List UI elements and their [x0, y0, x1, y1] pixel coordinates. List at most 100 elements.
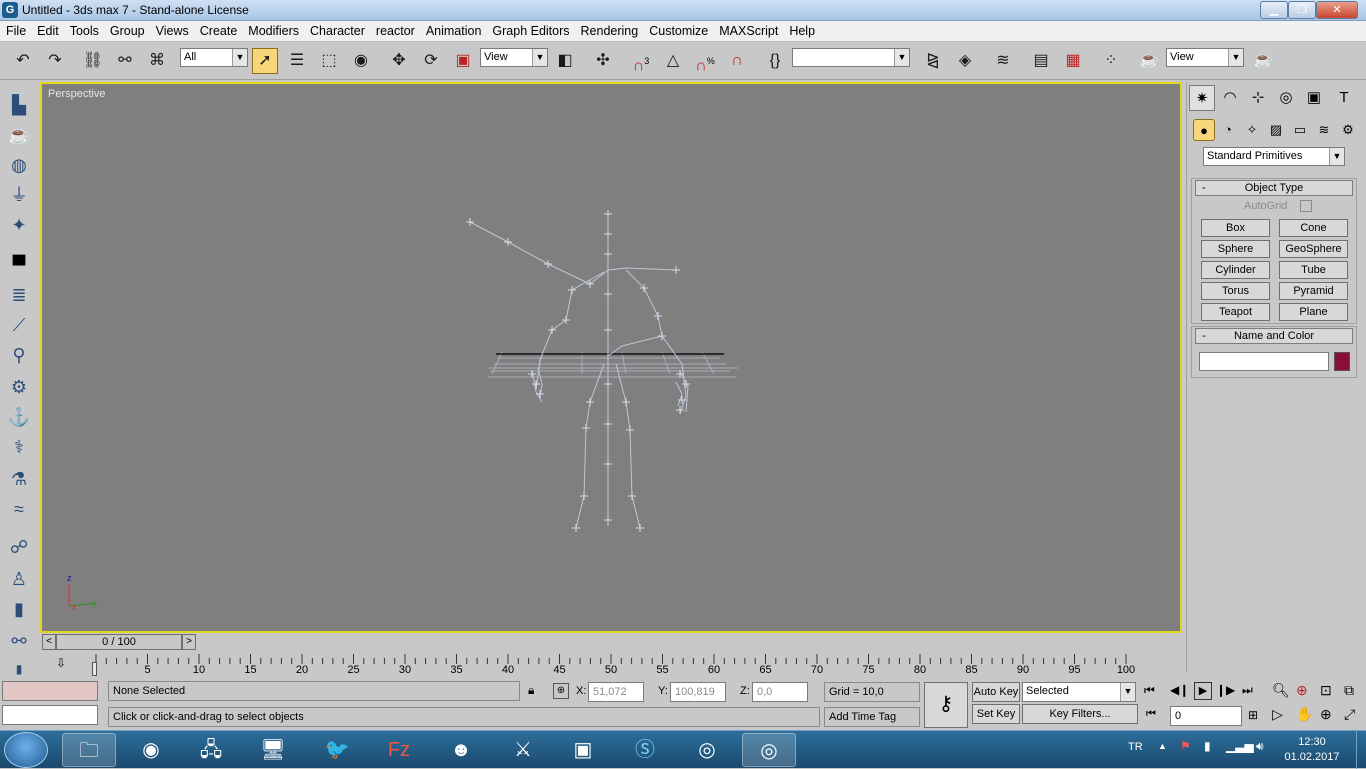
close-button[interactable]: ✕: [1316, 1, 1358, 19]
helpers-category-icon[interactable]: ▭: [1289, 119, 1311, 141]
3ds-max-taskbar-icon[interactable]: ◎: [680, 733, 734, 767]
time-slider-thumb[interactable]: 0 / 100: [56, 634, 182, 650]
perspective-viewport[interactable]: Perspective z x y: [40, 82, 1182, 633]
start-button-icon[interactable]: [4, 732, 48, 768]
shapes-category-icon[interactable]: ◔: [1217, 119, 1239, 141]
objects-icon[interactable]: ▙: [6, 92, 32, 118]
current-frame-field[interactable]: 0: [1170, 706, 1242, 726]
volume-icon[interactable]: 🔊︎: [1256, 739, 1264, 754]
zoom-all-icon[interactable]: ⊕: [1296, 682, 1308, 699]
maxscript-listener-pink[interactable]: [2, 681, 98, 701]
menu-edit[interactable]: Edit: [31, 21, 64, 38]
x-coordinate-field[interactable]: 51,072: [588, 682, 644, 702]
ik-icon[interactable]: ⚯: [6, 628, 32, 654]
reference-coordinate-dropdown[interactable]: View ▼: [480, 48, 548, 67]
compounds-icon[interactable]: ◍: [6, 152, 32, 178]
arc-rotate-icon[interactable]: ⊕: [1320, 706, 1332, 723]
cylinder-button[interactable]: Cylinder: [1201, 261, 1270, 279]
layer-manager-icon[interactable]: ≋: [990, 48, 1016, 74]
object-name-input[interactable]: [1199, 352, 1329, 371]
absolute-mode-icon[interactable]: ⊕: [553, 683, 569, 699]
y-coordinate-field[interactable]: 100,819: [670, 682, 726, 702]
menu-graph-editors[interactable]: Graph Editors: [486, 21, 574, 38]
trackbar-frame-marker[interactable]: [92, 662, 97, 676]
action-center-icon[interactable]: ⚑: [1180, 739, 1191, 753]
spinner-snap-icon[interactable]: ∩: [724, 48, 750, 74]
angle-snap-icon[interactable]: △: [660, 48, 686, 74]
bones-icon[interactable]: ▮: [6, 596, 32, 622]
previous-frame-icon[interactable]: <: [42, 634, 56, 650]
select-object-icon[interactable]: ➚: [252, 48, 278, 74]
zoom-icon[interactable]: 🔍︎: [1272, 682, 1290, 699]
modify-tab-icon[interactable]: ◠: [1217, 85, 1243, 111]
tube-button[interactable]: Tube: [1279, 261, 1348, 279]
systems-category-icon[interactable]: ⚙: [1337, 119, 1359, 141]
menu-file[interactable]: File: [0, 21, 31, 38]
modeling-icon[interactable]: ⚲: [6, 342, 32, 368]
reactor-icon[interactable]: ☍: [6, 534, 32, 560]
snap-toggle-icon[interactable]: ∩3: [628, 48, 654, 74]
curve-editor-mini-icon[interactable]: ⇩: [52, 656, 70, 672]
helpers-icon[interactable]: ▀: [6, 252, 32, 278]
sphere-button[interactable]: Sphere: [1201, 240, 1270, 258]
key-mode-toggle-icon[interactable]: ⏮: [1146, 708, 1156, 721]
pivot-center-icon[interactable]: ◧: [552, 48, 578, 74]
modifiers-icon[interactable]: ⟋: [6, 312, 32, 338]
undo-icon[interactable]: ↶: [10, 48, 36, 74]
utilities-tab-icon[interactable]: T: [1331, 85, 1357, 111]
create-tab-icon[interactable]: ✷: [1189, 85, 1215, 111]
plane-button[interactable]: Plane: [1279, 303, 1348, 321]
select-and-link-icon[interactable]: ⛓: [80, 48, 106, 74]
zoom-extents-icon[interactable]: ⊡: [1320, 682, 1332, 699]
set-key-button[interactable]: Set Key: [972, 704, 1020, 724]
edit-named-selection-icon[interactable]: {}: [762, 48, 788, 74]
rectangular-selection-icon[interactable]: ⬚: [316, 48, 342, 74]
battery-icon[interactable]: ▮: [1204, 739, 1211, 753]
time-slider[interactable]: < 0 / 100 >: [40, 633, 1182, 651]
curve-editor-icon[interactable]: ▤: [1028, 48, 1054, 74]
motion-tab-icon[interactable]: ◎: [1273, 85, 1299, 111]
menu-rendering[interactable]: Rendering: [575, 21, 644, 38]
trackbar[interactable]: ⇩ 5 10 15 20 25 30 35 40 45 50 55 60 65 70 75 80 85 90 95 1…: [40, 652, 1182, 676]
show-desktop-button[interactable]: [1356, 731, 1366, 769]
move-icon[interactable]: ✥: [386, 48, 412, 74]
chrome-icon[interactable]: ◉: [124, 733, 178, 767]
align-icon[interactable]: ◈: [952, 48, 978, 74]
biped-icon[interactable]: ♙: [6, 566, 32, 592]
more-tools-icon[interactable]: ▮: [6, 656, 32, 676]
geometry-icon[interactable]: ●: [1193, 119, 1215, 141]
rotate-icon[interactable]: ⟳: [418, 48, 444, 74]
render-type-dropdown[interactable]: View ▼: [1166, 48, 1244, 67]
zoom-extents-all-icon[interactable]: ⧉: [1344, 682, 1354, 699]
shapes-icon[interactable]: ☕: [6, 122, 32, 148]
particles-icon[interactable]: ⚙: [6, 374, 32, 400]
render-scene-icon[interactable]: ☕: [1136, 48, 1162, 74]
teapot-button[interactable]: Teapot: [1201, 303, 1270, 321]
named-selection-dropdown[interactable]: ▼: [792, 48, 910, 67]
menu-animation[interactable]: Animation: [420, 21, 487, 38]
lock-selection-icon[interactable]: 🔒︎: [528, 683, 534, 698]
key-icon[interactable]: ⚷: [924, 682, 968, 728]
add-time-tag-button[interactable]: Add Time Tag: [824, 707, 920, 727]
lights-icon[interactable]: ⏚: [6, 182, 32, 208]
maxscript-listener-input[interactable]: [2, 705, 98, 725]
selection-filter-dropdown[interactable]: All ▼: [180, 48, 248, 67]
hierarchy-tab-icon[interactable]: ⊹: [1245, 85, 1271, 111]
name-and-color-header[interactable]: - Name and Color: [1195, 328, 1353, 344]
3ds-max-active-icon[interactable]: ◎: [742, 733, 796, 767]
menu-reactor[interactable]: reactor: [370, 21, 420, 38]
pan-icon[interactable]: ✋: [1296, 706, 1313, 723]
skype-icon[interactable]: Ⓢ: [618, 733, 672, 767]
go-to-end-icon[interactable]: ⏭: [1242, 683, 1253, 698]
autogrid-checkbox[interactable]: [1300, 200, 1312, 212]
percent-snap-icon[interactable]: ∩%: [692, 48, 718, 74]
cameras-category-icon[interactable]: ▨: [1265, 119, 1287, 141]
mirror-icon[interactable]: ⧎: [920, 48, 946, 74]
3ds-max-icon[interactable]: G: [2, 2, 18, 18]
menu-character[interactable]: Character: [304, 21, 370, 38]
key-filters-button[interactable]: Key Filters...: [1022, 704, 1138, 724]
menu-create[interactable]: Create: [194, 21, 243, 38]
virtualbox-icon[interactable]: ▣: [556, 733, 610, 767]
effects-icon[interactable]: ⚕: [6, 434, 32, 460]
object-color-swatch[interactable]: [1334, 352, 1350, 371]
